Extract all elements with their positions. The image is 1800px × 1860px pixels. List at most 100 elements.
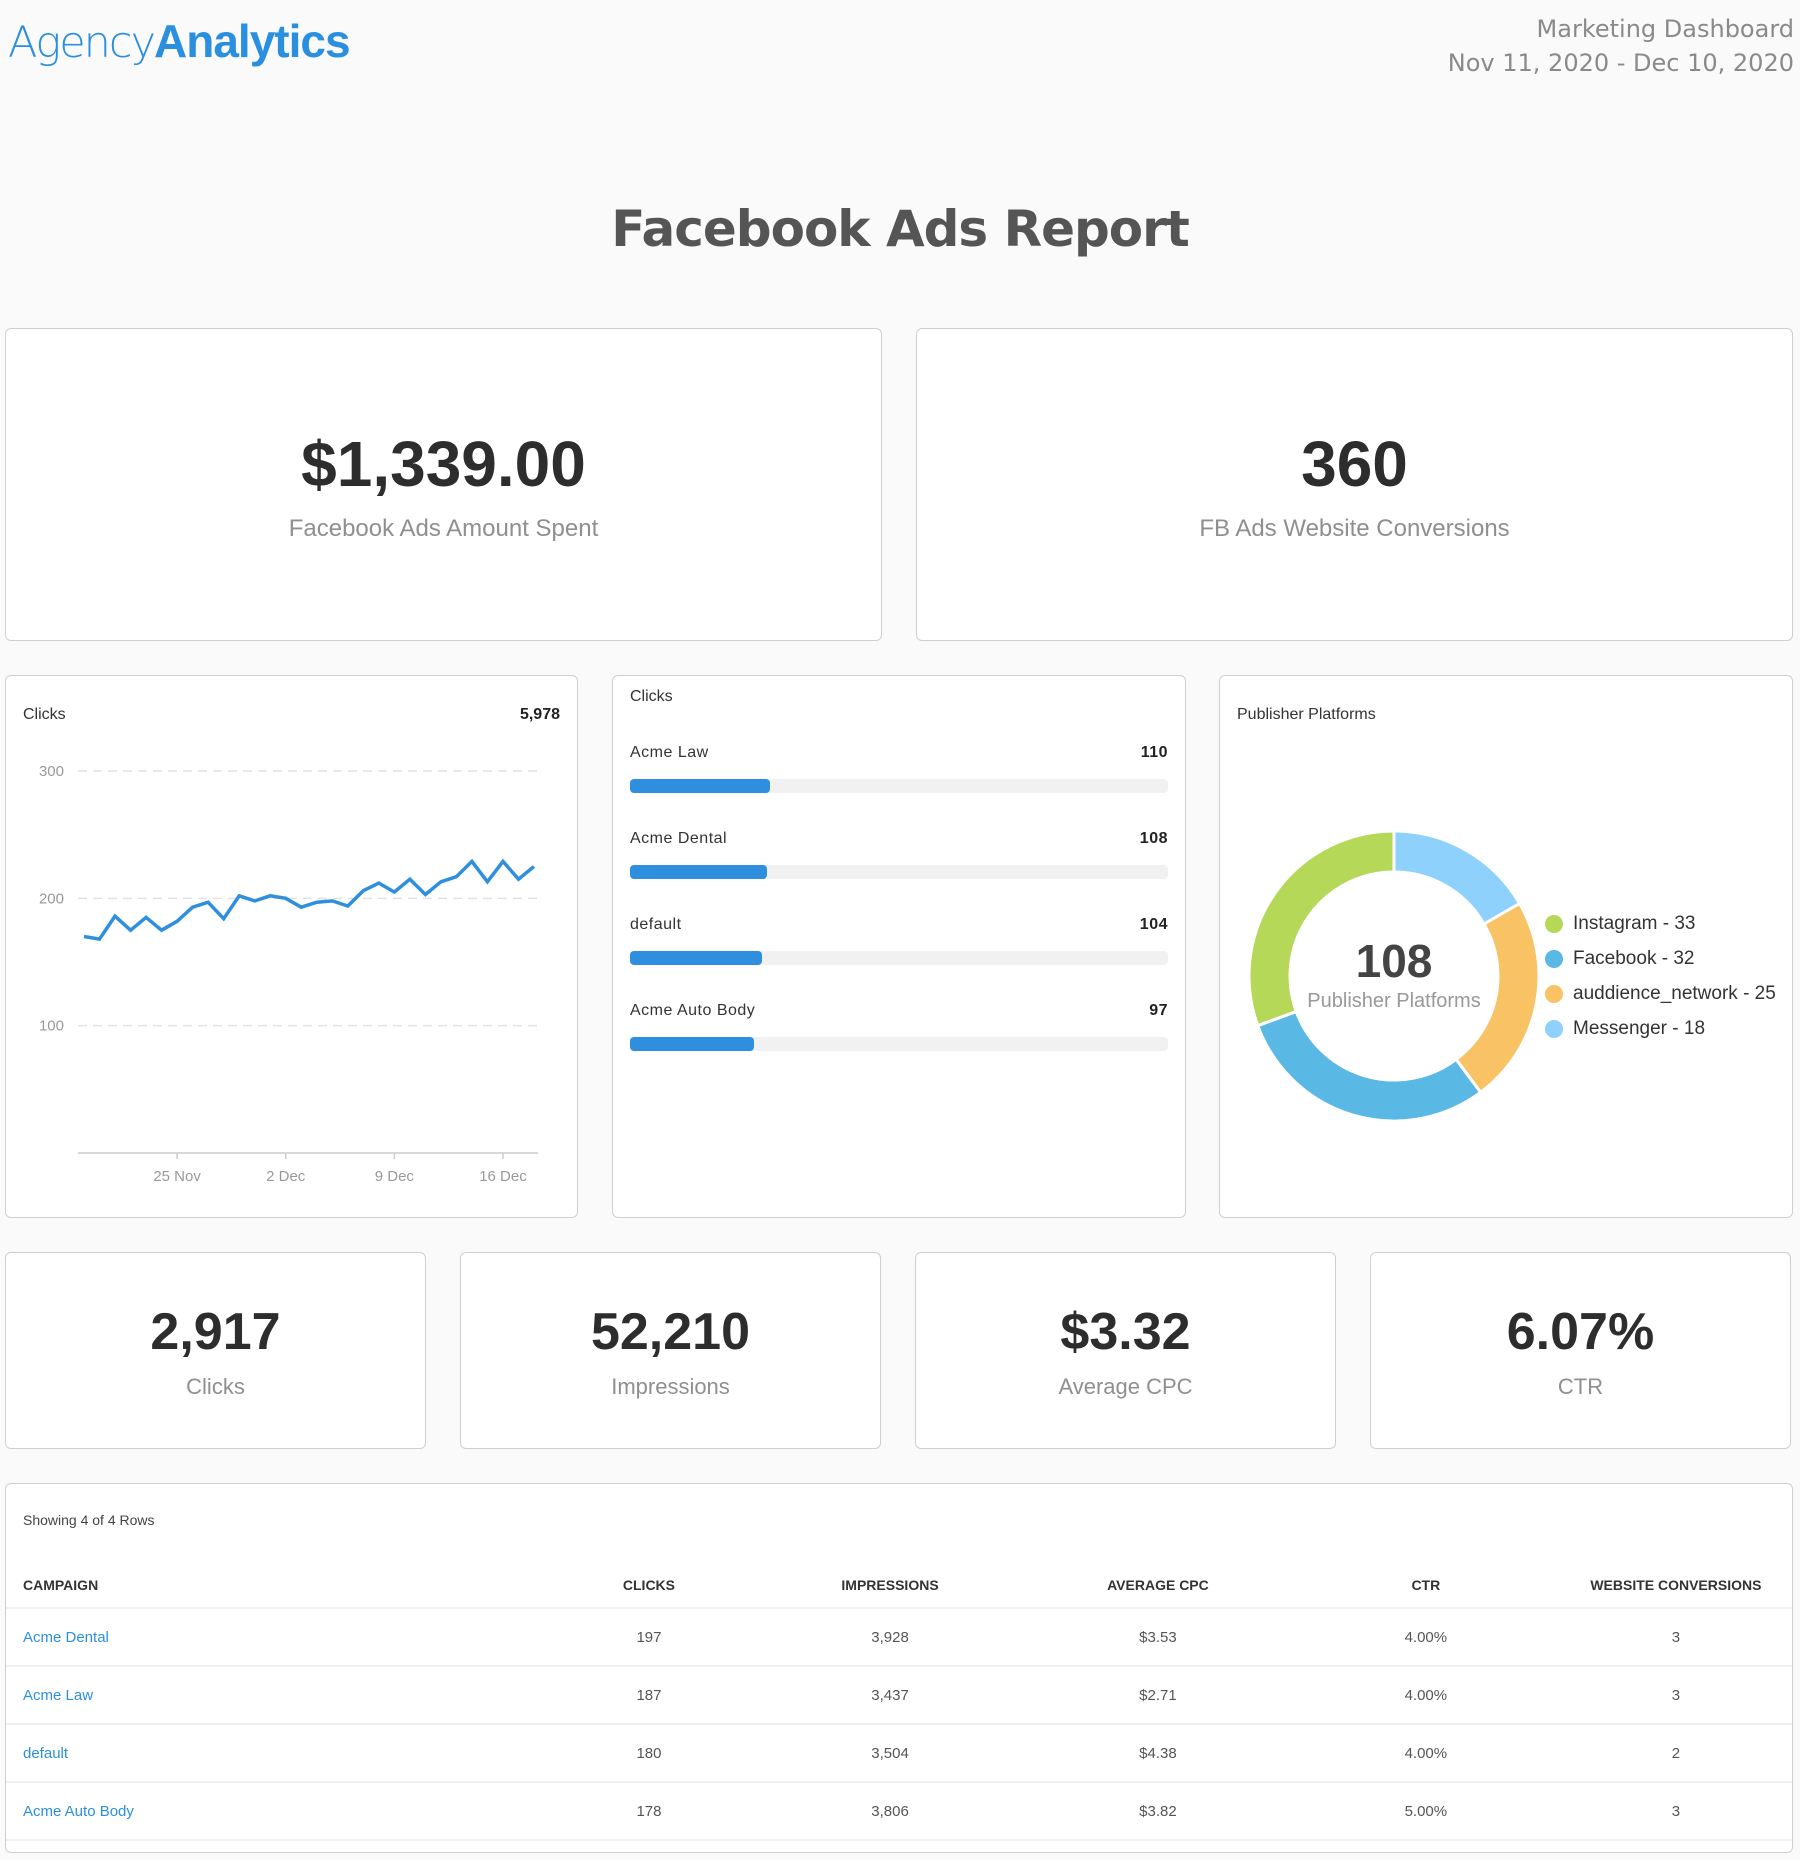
clicks-line-chart-card: Clicks 5,978 100 200 300 25 Nov 2 Dec 9 Dec 16… (5, 675, 578, 1218)
kpi-value: $1,339.00 (301, 427, 586, 500)
clicks-series-line (83, 858, 536, 942)
clicks-cell: 178 (541, 1782, 757, 1841)
kpi-value: 360 (1301, 427, 1408, 500)
kpi-card-amount-spent: $1,339.00 Facebook Ads Amount Spent (5, 328, 882, 641)
average-cpc-cell: $2.71 (1024, 1666, 1292, 1725)
average-cpc-cell: $4.38 (1024, 1724, 1292, 1783)
clicks-cell: 197 (541, 1608, 757, 1667)
legend-label: Instagram - 33 (1573, 912, 1696, 934)
x-tick-label: 2 Dec (266, 1168, 306, 1185)
column-header-ctr[interactable]: CTR (1291, 1562, 1560, 1609)
donut-title: Publisher Platforms (1237, 706, 1376, 723)
ctr-cell: 5.00% (1291, 1782, 1560, 1841)
bar-fill (630, 779, 770, 793)
date-range: Nov 11, 2020 - Dec 10, 2020 (1447, 49, 1794, 77)
campaign-cell: Acme Dental (6, 1608, 542, 1667)
table-row: Acme Law 187 3,437 $2.71 4.00% 3 (6, 1666, 1792, 1725)
bar-track (630, 865, 1168, 879)
column-header-impressions[interactable]: IMPRESSIONS (756, 1562, 1024, 1609)
bar-row-acme-dental: Acme Dental 108 (630, 830, 1168, 916)
impressions-cell: 3,928 (756, 1608, 1024, 1667)
bar-row-acme-auto-body: Acme Auto Body 97 (630, 1002, 1168, 1088)
donut-center-label: Publisher Platforms (1307, 989, 1481, 1012)
kpi-label: Clicks (186, 1373, 245, 1399)
table-row: Acme Dental 197 3,928 $3.53 4.00% 3 (6, 1608, 1792, 1667)
conversions-cell: 3 (1559, 1782, 1792, 1841)
conversions-cell: 3 (1559, 1666, 1792, 1725)
column-header-campaign[interactable]: CAMPAIGN (6, 1562, 542, 1609)
bar-label: Acme Dental (630, 830, 728, 847)
campaign-cell: default (6, 1724, 542, 1783)
agency-analytics-logo: AgencyAnalytics (8, 14, 351, 68)
kpi-label: Facebook Ads Amount Spent (288, 514, 599, 542)
logo-text-agency: Agency (8, 18, 156, 68)
donut-center: 108 Publisher Platforms (1234, 816, 1554, 1136)
campaign-link[interactable]: Acme Law (23, 1687, 93, 1704)
logo-text-analytics: Analytics (154, 15, 351, 67)
report-meta: Marketing Dashboard Nov 11, 2020 - Dec 1… (1448, 12, 1794, 80)
campaign-table-card: Showing 4 of 4 Rows CAMPAIGN CLICKS IMPR… (5, 1483, 1793, 1853)
rows-count-label: Showing 4 of 4 Rows (23, 1512, 155, 1528)
donut-legend: Instagram - 33 Facebook - 32 auddience_n… (1545, 906, 1776, 1046)
conversions-cell: 2 (1559, 1724, 1792, 1783)
table-row: default 180 3,504 $4.38 4.00% 2 (6, 1724, 1792, 1783)
legend-item-instagram: Instagram - 33 (1545, 906, 1776, 941)
column-header-clicks[interactable]: CLICKS (541, 1562, 757, 1609)
legend-dot-icon (1545, 1019, 1563, 1038)
kpi-value: 2,917 (150, 1302, 281, 1361)
kpi-value: 6.07% (1506, 1302, 1655, 1361)
kpi-value: $3.32 (1060, 1302, 1191, 1361)
campaign-link[interactable]: Acme Dental (23, 1629, 109, 1646)
bar-track (630, 1037, 1168, 1051)
kpi-card-clicks: 2,917 Clicks (5, 1252, 426, 1449)
bar-fill (630, 1037, 754, 1051)
y-tick-label: 200 (39, 890, 64, 907)
average-cpc-cell: $3.53 (1024, 1608, 1292, 1667)
kpi-card-website-conversions: 360 FB Ads Website Conversions (916, 328, 1793, 641)
impressions-cell: 3,806 (756, 1782, 1024, 1841)
kpi-label: Average CPC (1058, 1373, 1193, 1399)
legend-label: Facebook - 32 (1573, 947, 1695, 969)
campaign-cell: Acme Law (6, 1666, 542, 1725)
bar-row-default: default 104 (630, 916, 1168, 1002)
column-header-website-conversions[interactable]: WEBSITE CONVERSIONS (1559, 1562, 1792, 1609)
dashboard-name: Marketing Dashboard (1536, 15, 1794, 43)
kpi-card-ctr: 6.07% CTR (1370, 1252, 1791, 1449)
campaign-cell: Acme Auto Body (6, 1782, 542, 1841)
bar-label: Acme Auto Body (630, 1002, 756, 1019)
column-header-average-cpc[interactable]: AVERAGE CPC (1024, 1562, 1292, 1609)
y-tick-label: 100 (39, 1018, 64, 1035)
bar-value: 108 (1139, 830, 1168, 847)
kpi-label: FB Ads Website Conversions (1199, 514, 1510, 542)
ctr-cell: 4.00% (1291, 1724, 1560, 1783)
campaign-table: CAMPAIGN CLICKS IMPRESSIONS AVERAGE CPC … (6, 1562, 1792, 1841)
bar-value: 104 (1139, 916, 1168, 933)
campaign-link[interactable]: default (23, 1745, 68, 1762)
bar-fill (630, 951, 762, 965)
campaign-link[interactable]: Acme Auto Body (23, 1803, 134, 1820)
clicks-cell: 187 (541, 1666, 757, 1725)
legend-item-audience-network: auddience_network - 25 (1545, 976, 1776, 1011)
report-title: Facebook Ads Report (611, 200, 1189, 258)
bar-value: 110 (1140, 744, 1168, 761)
ctr-cell: 4.00% (1291, 1608, 1560, 1667)
average-cpc-cell: $3.82 (1024, 1782, 1292, 1841)
clicks-cell: 180 (541, 1724, 757, 1783)
kpi-card-average-cpc: $3.32 Average CPC (915, 1252, 1336, 1449)
publisher-platforms-card: Publisher Platforms 108 Publisher Platfo… (1219, 675, 1793, 1218)
bar-value: 97 (1149, 1002, 1168, 1019)
table-row: Acme Auto Body 178 3,806 $3.82 5.00% 3 (6, 1782, 1792, 1841)
kpi-card-impressions: 52,210 Impressions (460, 1252, 881, 1449)
x-tick-label: 25 Nov (153, 1168, 201, 1185)
legend-dot-icon (1545, 984, 1563, 1003)
legend-label: auddience_network - 25 (1573, 982, 1776, 1004)
bars-title: Clicks (630, 688, 673, 705)
kpi-value: 52,210 (590, 1302, 751, 1361)
legend-label: Messenger - 18 (1573, 1017, 1706, 1039)
y-tick-label: 300 (39, 763, 64, 780)
campaign-clicks-card: Clicks Acme Law 110 Acme Dental 108 defa… (612, 675, 1186, 1218)
x-tick-label: 16 Dec (479, 1168, 527, 1185)
impressions-cell: 3,504 (756, 1724, 1024, 1783)
clicks-line-chart: 100 200 300 25 Nov 2 Dec 9 Dec 16 Dec (39, 763, 538, 1185)
bar-label: Acme Law (630, 744, 709, 761)
